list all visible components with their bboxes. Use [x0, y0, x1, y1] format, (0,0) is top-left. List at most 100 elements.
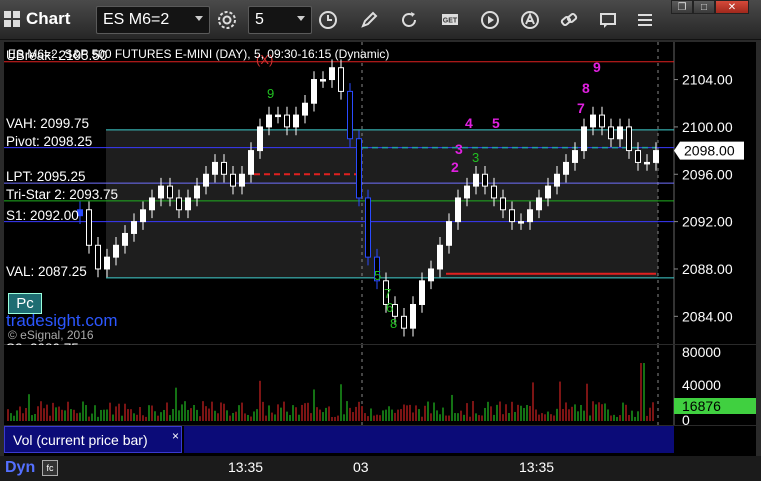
- app-title-label: Chart: [26, 9, 71, 28]
- alert-icon[interactable]: [519, 9, 541, 31]
- play-icon[interactable]: [479, 9, 501, 31]
- pencil-icon[interactable]: [358, 9, 380, 31]
- volume-tab[interactable]: Vol (current price bar) ×: [4, 426, 182, 453]
- settings-icon[interactable]: [216, 9, 238, 31]
- volume-tick-label: 40000: [682, 377, 721, 393]
- candle-body: [653, 150, 659, 163]
- candle-body: [320, 79, 326, 82]
- candle-body: [212, 161, 218, 175]
- candle-body: [131, 221, 137, 234]
- chevron-down-icon: [297, 16, 305, 21]
- candle-body: [545, 185, 551, 199]
- lines-icon[interactable]: [634, 9, 656, 31]
- candle-body: [167, 185, 173, 199]
- volume-tab-label: Vol (current price bar): [13, 432, 148, 448]
- candle-body: [635, 150, 641, 163]
- chart-grid-icon: [4, 11, 20, 27]
- candle-body: [491, 185, 497, 199]
- candle-body: [500, 197, 506, 211]
- link-icon[interactable]: [558, 9, 580, 31]
- count-label-magenta: 9: [593, 59, 601, 75]
- candle-body: [572, 150, 578, 163]
- chevron-down-icon: [195, 16, 203, 21]
- price-tick-label: 2084.00: [682, 308, 733, 324]
- close-icon[interactable]: ×: [172, 423, 179, 449]
- interval-selector[interactable]: 5: [248, 6, 312, 34]
- clock-icon[interactable]: [317, 9, 339, 31]
- count-label-magenta: 3: [455, 141, 463, 157]
- candle-body: [599, 114, 605, 128]
- candle-body: [590, 114, 596, 128]
- level-label: LPT: 2095.25: [6, 169, 86, 185]
- candle-body: [473, 173, 479, 187]
- level-label: VAH: 2099.75: [6, 115, 90, 131]
- count-label-magenta: 7: [577, 100, 585, 116]
- price-tick-label: 2100.00: [682, 119, 733, 135]
- chat-icon[interactable]: [597, 9, 619, 31]
- time-tick: 03: [353, 459, 369, 475]
- count-label-green: 3: [472, 150, 479, 165]
- price-tick-label: 2104.00: [682, 72, 733, 88]
- current-volume-label: 16876: [682, 398, 721, 414]
- window-close-button[interactable]: ✕: [715, 0, 749, 14]
- count-label-magenta: 5: [492, 115, 500, 131]
- count-label-green: 9: [267, 86, 274, 101]
- candle-body: [95, 244, 101, 270]
- price-tick-label: 2088.00: [682, 261, 733, 277]
- dyn-settings-icon[interactable]: fc: [42, 460, 58, 476]
- candle-body: [455, 197, 461, 223]
- count-label-magenta: 8: [582, 80, 590, 96]
- candle-body: [140, 209, 146, 223]
- get-icon[interactable]: GET: [439, 9, 461, 31]
- candle-body: [104, 256, 110, 270]
- interval-label: 5: [255, 11, 264, 28]
- count-label-green: 7: [384, 286, 391, 301]
- candle-body: [113, 244, 119, 258]
- time-tick: 13:35: [228, 459, 264, 475]
- candle-body: [302, 102, 308, 116]
- app-title: Chart: [4, 9, 70, 29]
- volume-chart-canvas: 8000040000016876: [4, 344, 756, 428]
- candle-body: [563, 161, 569, 175]
- level-label: Tri-Star 2: 2093.75: [6, 186, 119, 202]
- count-label-magenta: 4: [465, 115, 473, 131]
- price-tick-label: 2092.00: [682, 214, 733, 230]
- candle-body: [311, 79, 317, 104]
- toolbar: Chart ES M6=2 5 GET ❐ □ ✕: [0, 0, 761, 40]
- candle-body: [428, 268, 434, 282]
- candle-body: [365, 197, 371, 258]
- volume-footer: Vol (current price bar) ×: [4, 426, 756, 456]
- candle-body: [446, 221, 452, 246]
- volume-chart[interactable]: 80000 40000 0 16876: [4, 344, 756, 428]
- candle-body: [347, 90, 353, 140]
- candle-body: [257, 126, 263, 152]
- candle-body: [401, 315, 407, 329]
- candle-body: [176, 197, 182, 211]
- svg-text:GET: GET: [443, 18, 458, 25]
- candle-body: [437, 244, 443, 270]
- candle-body: [275, 114, 281, 118]
- candle-body: [194, 185, 200, 199]
- candle-body: [527, 209, 533, 223]
- copyright-text: © eSignal, 2016: [8, 328, 94, 342]
- window-maximize-button[interactable]: □: [693, 0, 715, 14]
- candle-body: [122, 232, 128, 246]
- level-label: VAL: 2087.25: [6, 263, 87, 279]
- candle-body: [86, 209, 92, 246]
- candle-body: [158, 185, 164, 199]
- candle-body: [536, 197, 542, 211]
- candle-body: [626, 126, 632, 152]
- candle-body: [329, 67, 335, 81]
- time-tick: 13:35: [519, 459, 555, 475]
- candle-body: [509, 209, 515, 223]
- price-chart[interactable]: 2104.00 2100.00 2096.00 2092.00 2088.00 2084.…: [4, 42, 756, 356]
- symbol-selector[interactable]: ES M6=2: [96, 6, 210, 34]
- candle-body: [266, 114, 272, 128]
- candle-body: [203, 173, 209, 187]
- candle-body: [239, 173, 245, 187]
- count-label-magenta: 2: [451, 159, 459, 175]
- refresh-icon[interactable]: [398, 9, 420, 31]
- candle-body: [608, 126, 614, 140]
- candle-body: [248, 150, 254, 175]
- window-restore-button[interactable]: ❐: [671, 0, 693, 14]
